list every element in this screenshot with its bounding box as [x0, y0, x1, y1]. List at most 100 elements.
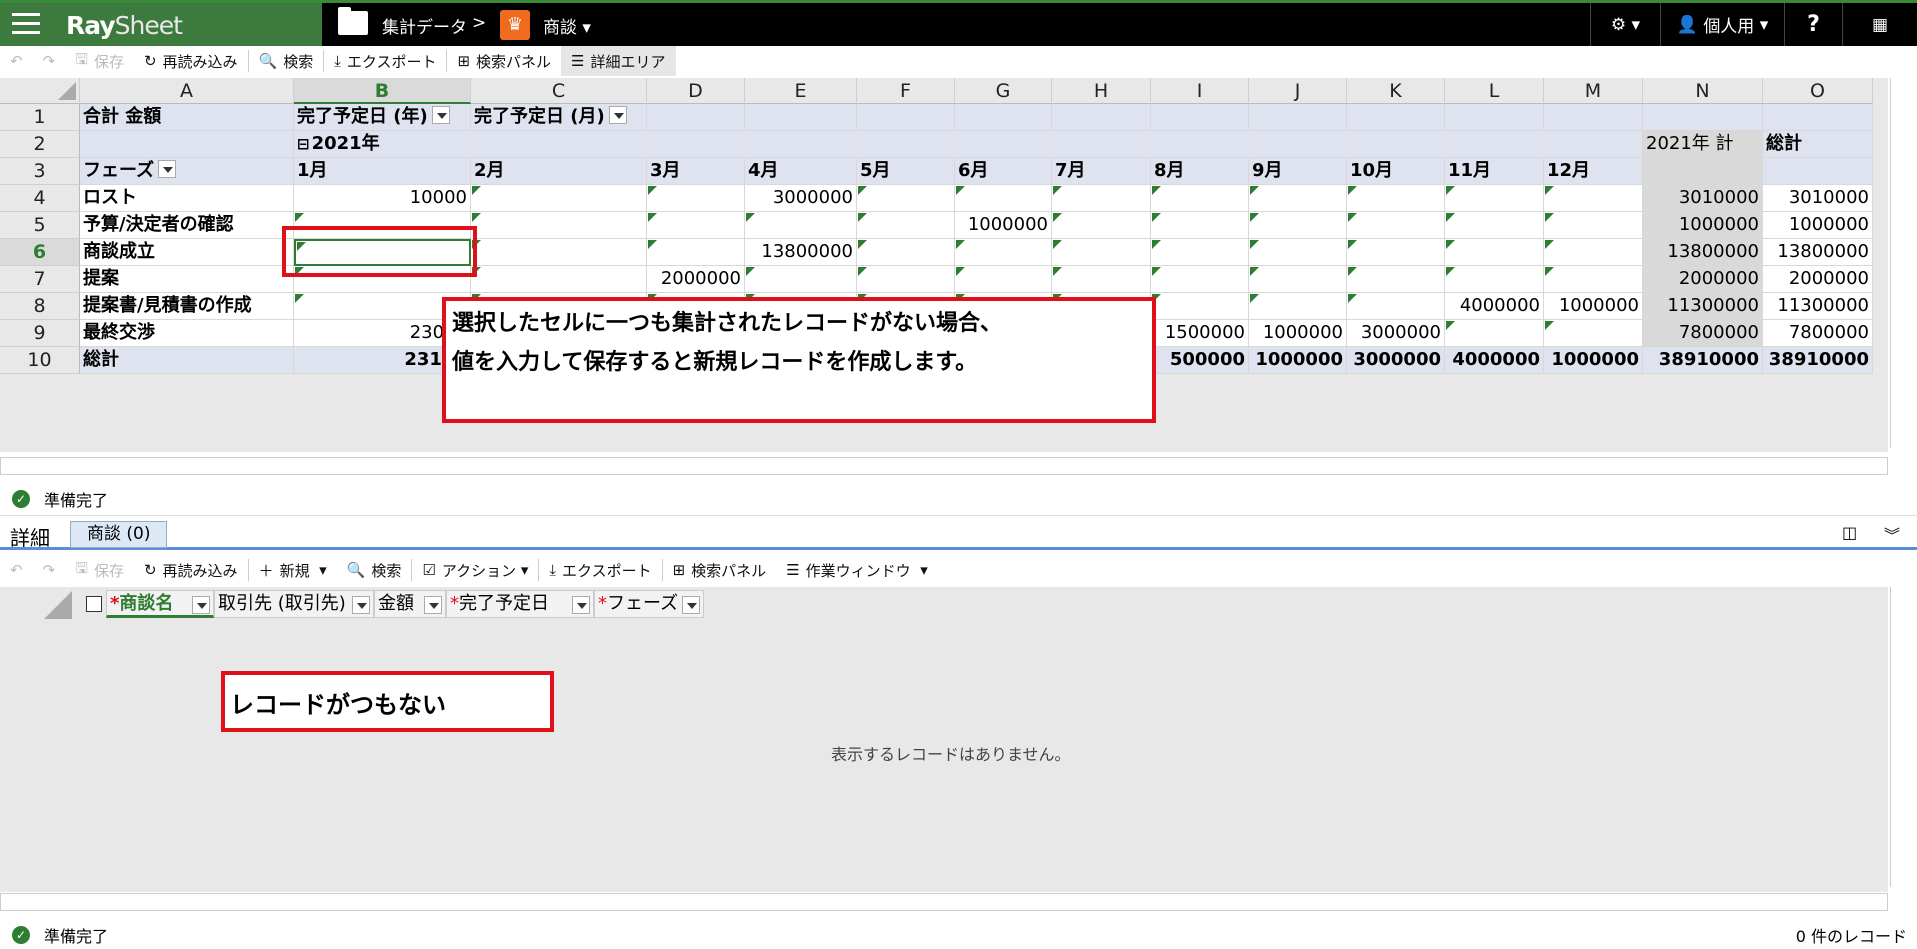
cell-H5[interactable]	[1052, 212, 1151, 239]
undo-button[interactable]: ↶	[0, 46, 33, 76]
dropdown-icon[interactable]	[608, 106, 627, 124]
pivot-month-9[interactable]: 9月	[1249, 158, 1347, 185]
col-header-B[interactable]: B	[294, 78, 471, 104]
collapse-icon[interactable]: ︾	[1884, 522, 1900, 546]
row-header-9[interactable]: 9	[0, 320, 80, 347]
pivot-year-2021[interactable]: ⊟ 2021年	[294, 131, 1643, 158]
cell-J5[interactable]	[1249, 212, 1347, 239]
row-label[interactable]: 提案書/見積書の作成	[80, 293, 294, 320]
col-header-K[interactable]: K	[1347, 78, 1445, 104]
detail-col-1[interactable]: 取引先 (取引先)	[214, 590, 374, 618]
user-menu[interactable]: 👤 個人用 ▾	[1660, 3, 1784, 46]
row-header-5[interactable]: 5	[0, 212, 80, 239]
reload-button-2[interactable]: ↻ 再読み込み	[134, 555, 248, 585]
cell-I9[interactable]: 1500000	[1151, 320, 1249, 347]
cell-J4[interactable]	[1249, 185, 1347, 212]
search-button-2[interactable]: 🔍 検索	[337, 555, 412, 585]
pivot-vertical-scrollbar[interactable]	[1890, 78, 1908, 448]
work-window-button[interactable]: ☰ 作業ウィンドウ ▾	[776, 555, 938, 585]
search-panel-button[interactable]: ⊞ 検索パネル	[447, 46, 561, 76]
dropdown-icon[interactable]	[572, 596, 590, 614]
save-button[interactable]: 🖫 保存	[65, 46, 134, 76]
dropdown-icon[interactable]	[424, 596, 442, 614]
cell-C7[interactable]	[471, 266, 647, 293]
cell-L6[interactable]	[1445, 239, 1544, 266]
dropdown-icon[interactable]	[158, 160, 177, 178]
cell-E7[interactable]	[745, 266, 857, 293]
select-all-checkbox[interactable]	[86, 596, 102, 612]
col-header-M[interactable]: M	[1544, 78, 1643, 104]
cell-N5[interactable]: 1000000	[1643, 212, 1763, 239]
pivot-phase-field[interactable]: フェーズ	[80, 158, 294, 185]
cell-M10[interactable]: 1000000	[1544, 347, 1643, 374]
pivot-month-10[interactable]: 10月	[1347, 158, 1445, 185]
cell-L10[interactable]: 4000000	[1445, 347, 1544, 374]
col-header-A[interactable]: A	[80, 78, 294, 104]
col-header-I[interactable]: I	[1151, 78, 1249, 104]
cell-O10[interactable]: 38910000	[1763, 347, 1873, 374]
select-all-corner[interactable]	[0, 78, 80, 104]
cell-J6[interactable]	[1249, 239, 1347, 266]
cell-E4[interactable]: 3000000	[745, 185, 857, 212]
redo-button[interactable]: ↷	[33, 46, 66, 76]
cell-D5[interactable]	[647, 212, 745, 239]
cell-I10[interactable]: 500000	[1151, 347, 1249, 374]
col-header-G[interactable]: G	[955, 78, 1052, 104]
cell-H6[interactable]	[1052, 239, 1151, 266]
dropdown-icon[interactable]	[682, 596, 700, 614]
pivot-month-6[interactable]: 6月	[955, 158, 1052, 185]
export-button[interactable]: ⤓ エクスポート	[324, 46, 446, 76]
new-button[interactable]: ＋新規 ▾	[249, 555, 337, 585]
cell-F4[interactable]	[857, 185, 955, 212]
cell-C6[interactable]	[471, 239, 647, 266]
cell-H7[interactable]	[1052, 266, 1151, 293]
cell-L7[interactable]	[1445, 266, 1544, 293]
cell-O8[interactable]: 11300000	[1763, 293, 1873, 320]
row-header-6[interactable]: 6	[0, 239, 80, 266]
cell-M6[interactable]	[1544, 239, 1643, 266]
row-label[interactable]: ロスト	[80, 185, 294, 212]
cell-O4[interactable]: 3010000	[1763, 185, 1873, 212]
detail-col-3[interactable]: *完了予定日	[446, 590, 594, 618]
row-label[interactable]: 提案	[80, 266, 294, 293]
cell-M9[interactable]	[1544, 320, 1643, 347]
col-header-J[interactable]: J	[1249, 78, 1347, 104]
cell-C5[interactable]	[471, 212, 647, 239]
cell-M4[interactable]	[1544, 185, 1643, 212]
row-header-3[interactable]: 3	[0, 158, 80, 185]
cell-K5[interactable]	[1347, 212, 1445, 239]
col-header-O[interactable]: O	[1763, 78, 1873, 104]
cell-B4[interactable]: 10000	[294, 185, 471, 212]
row-label[interactable]: 総計	[80, 347, 294, 374]
cell-G5[interactable]: 1000000	[955, 212, 1052, 239]
cell-I4[interactable]	[1151, 185, 1249, 212]
cell-D7[interactable]: 2000000	[647, 266, 745, 293]
cell-N6[interactable]: 13800000	[1643, 239, 1763, 266]
cell-L4[interactable]	[1445, 185, 1544, 212]
save-button-2[interactable]: 🖫 保存	[65, 555, 134, 585]
cell-M5[interactable]	[1544, 212, 1643, 239]
cell-K9[interactable]: 3000000	[1347, 320, 1445, 347]
collapse-icon[interactable]: ⊟	[297, 135, 310, 153]
cell-K7[interactable]	[1347, 266, 1445, 293]
col-header-D[interactable]: D	[647, 78, 745, 104]
cell-N9[interactable]: 7800000	[1643, 320, 1763, 347]
undo-button-2[interactable]: ↶	[0, 555, 33, 585]
row-header-8[interactable]: 8	[0, 293, 80, 320]
cell-G7[interactable]	[955, 266, 1052, 293]
settings-menu[interactable]: ⚙ ▾	[1590, 3, 1660, 46]
col-header-E[interactable]: E	[745, 78, 857, 104]
export-button-2[interactable]: ⤓ エクスポート	[539, 555, 661, 585]
col-header-N[interactable]: N	[1643, 78, 1763, 104]
cell-F5[interactable]	[857, 212, 955, 239]
cell-K10[interactable]: 3000000	[1347, 347, 1445, 374]
cell-E6[interactable]: 13800000	[745, 239, 857, 266]
col-header-L[interactable]: L	[1445, 78, 1544, 104]
breadcrumb-current[interactable]: 商談 ▾	[543, 13, 591, 38]
cell-K8[interactable]	[1347, 293, 1445, 320]
cell-D4[interactable]	[647, 185, 745, 212]
cell-I8[interactable]	[1151, 293, 1249, 320]
row-label[interactable]: 商談成立	[80, 239, 294, 266]
cell-K4[interactable]	[1347, 185, 1445, 212]
cell-M7[interactable]	[1544, 266, 1643, 293]
